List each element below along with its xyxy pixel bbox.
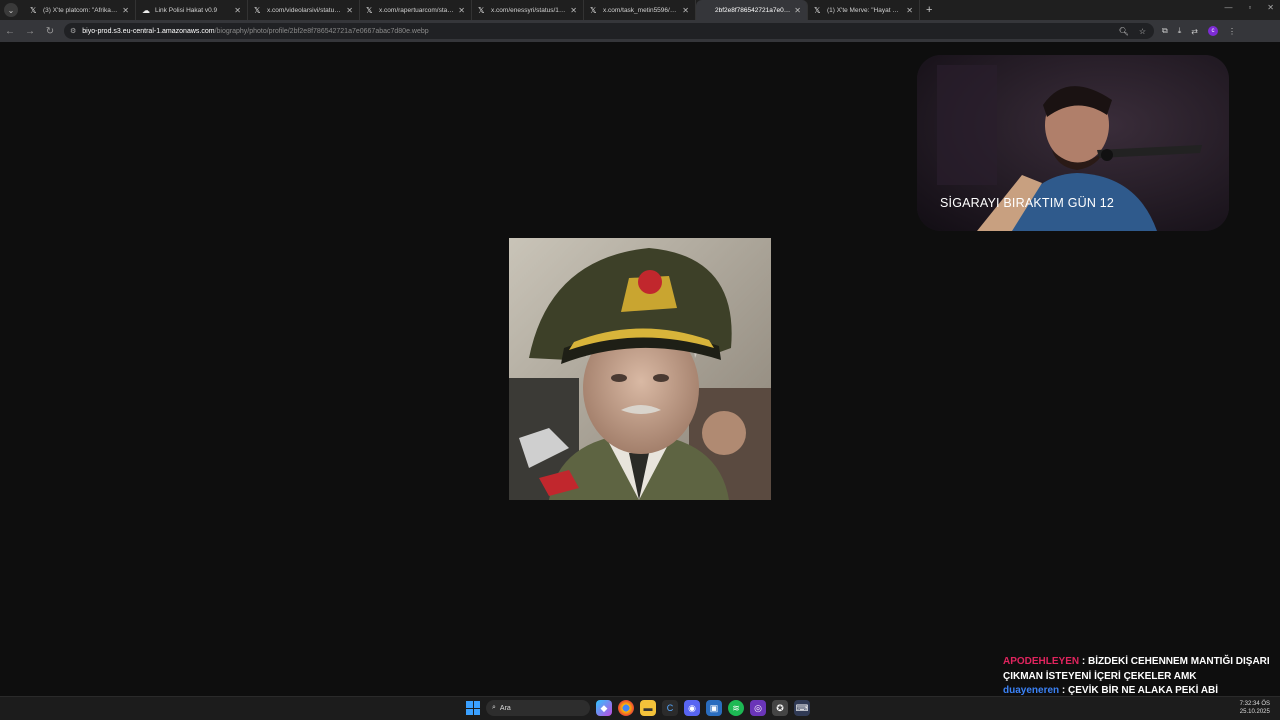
steam-icon[interactable]: ✪ xyxy=(772,700,788,716)
close-tab-icon[interactable]: ✕ xyxy=(458,6,465,15)
tab-title: x.com/rapertuarcom/status/198 xyxy=(379,6,454,14)
chat-username: APODEHLEYEN xyxy=(1003,656,1080,667)
clock-date: 25.10.2025 xyxy=(1239,709,1270,715)
close-tab-icon[interactable]: ✕ xyxy=(570,6,577,15)
address-bar[interactable]: ⚙ biyo-prod.s3.eu-central-1.amazonaws.co… xyxy=(64,23,1154,39)
bookmark-star-icon[interactable]: ☆ xyxy=(1139,27,1146,36)
menu-icon[interactable]: ⋮ xyxy=(1228,27,1236,36)
forward-button[interactable]: → xyxy=(20,26,40,37)
tab-title: (3) X'te platcom: "Afrikalı bir gr xyxy=(43,6,118,14)
taskbar-search-placeholder: Ara xyxy=(499,704,511,712)
back-button[interactable]: ← xyxy=(0,26,20,37)
app-window-icon[interactable]: ▣ xyxy=(706,700,722,716)
url-path: /biography/photo/profile/2bf2e8f78654272… xyxy=(214,27,429,35)
url-domain: biyo-prod.s3.eu-central-1.amazonaws.com xyxy=(82,27,215,35)
tab-title: x.com/enessyri/status/1981242 xyxy=(491,6,567,14)
tab-title: 2bf2e8f786542721a7e0667abac xyxy=(715,6,790,14)
close-window-button[interactable]: ✕ xyxy=(1267,3,1274,12)
extensions-icon[interactable]: ⧉ xyxy=(1162,26,1168,36)
profile-avatar[interactable]: c xyxy=(1207,26,1218,36)
close-tab-icon[interactable]: ✕ xyxy=(794,6,801,15)
x-logo-icon: 𝕏 xyxy=(478,5,485,15)
site-info-icon[interactable]: ⚙ xyxy=(70,27,76,35)
close-tab-icon[interactable]: ✕ xyxy=(234,6,241,15)
file-explorer-icon[interactable]: ▬ xyxy=(640,700,656,716)
discord-icon[interactable]: ◉ xyxy=(684,700,700,716)
chat-username: duayeneren xyxy=(1003,685,1060,696)
downloads-icon[interactable]: ⤓ xyxy=(1178,26,1182,36)
window-controls: — ▫ ✕ xyxy=(1224,3,1274,12)
tab-title: Link Polisi Hakat v0.9 xyxy=(155,6,218,14)
zoom-icon[interactable]: 🔍︎ xyxy=(1119,27,1129,36)
tab-strip: ⌄ 𝕏 (3) X'te platcom: "Afrikalı bir gr ✕ ☁ L… xyxy=(0,0,1280,20)
profile-photo xyxy=(509,238,771,500)
reload-button[interactable]: ↻ xyxy=(40,26,60,37)
close-tab-icon[interactable]: ✕ xyxy=(122,6,129,15)
browser-tab[interactable]: 𝕏x.com/enessyri/status/1981242✕ xyxy=(472,0,584,20)
tab-title: x.com/task_metin5596/status/ xyxy=(603,6,679,14)
x-logo-icon: 𝕏 xyxy=(366,5,373,15)
tab-title: (1) X'te Merve: "Hayat bilgisi d xyxy=(827,6,903,14)
page-viewport: SİGARAYI BIRAKTIM GÜN 12 xyxy=(0,42,1280,696)
clock-time: 7:32:34 ÖS xyxy=(1239,701,1270,707)
browser-tab[interactable]: 𝕏 (1) X'te Merve: "Hayat bilgisi d✕ xyxy=(808,0,920,20)
tab-search-button[interactable]: ⌄ xyxy=(4,3,18,17)
maximize-button[interactable]: ▫ xyxy=(1248,3,1251,12)
chat-text: : ÇEVİK BİR NE ALAKA PEKİ ABİ xyxy=(1059,685,1219,696)
minimize-button[interactable]: — xyxy=(1224,3,1232,12)
x-logo-icon: 𝕏 xyxy=(590,5,597,15)
close-tab-icon[interactable]: ✕ xyxy=(346,6,353,15)
x-logo-icon: 𝕏 xyxy=(254,5,261,15)
browser-tab[interactable]: 𝕏 (3) X'te platcom: "Afrikalı bir gr ✕ xyxy=(24,0,136,20)
chat-message: APODEHLEYEN : BİZDEKİ CEHENNEM MANTIĞI D… xyxy=(1003,655,1273,684)
tabs: 𝕏 (3) X'te platcom: "Afrikalı bir gr ✕ ☁ Lin… xyxy=(24,0,920,20)
app-c-icon[interactable]: C xyxy=(662,700,678,716)
app-keyboard-icon[interactable]: ⌨ xyxy=(794,700,810,716)
spotify-icon[interactable]: ≋ xyxy=(728,700,744,716)
taskbar-search[interactable]: ⌕ Ara xyxy=(486,700,590,716)
browser-tab[interactable]: 𝕏x.com/task_metin5596/status/✕ xyxy=(584,0,696,20)
tab-title: x.com/videolarsivi/status/1982 xyxy=(267,6,342,14)
new-tab-button[interactable]: + xyxy=(926,4,932,16)
flag-icon: ☁ xyxy=(142,5,150,15)
x-logo-icon: 𝕏 xyxy=(814,5,821,15)
copilot-icon[interactable]: ◆ xyxy=(596,700,612,716)
webcam-caption: SİGARAYI BIRAKTIM GÜN 12 xyxy=(940,196,1115,210)
browser-tab[interactable]: 𝕏x.com/videolarsivi/status/1982 ✕ xyxy=(248,0,360,20)
browser-toolbar: ← → ↻ ⚙ biyo-prod.s3.eu-central-1.amazon… xyxy=(0,20,1280,42)
translate-icon[interactable]: ⇄ xyxy=(1191,27,1198,36)
browser-tab[interactable]: ☁ Link Polisi Hakat v0.9 ✕ xyxy=(136,0,248,20)
obs-icon[interactable]: ◎ xyxy=(750,700,766,716)
chrome-icon[interactable] xyxy=(618,700,634,716)
browser-tab[interactable]: 2bf2e8f786542721a7e0667abac ✕ xyxy=(696,0,808,20)
close-tab-icon[interactable]: ✕ xyxy=(906,6,913,15)
browser-tab[interactable]: 𝕏x.com/rapertuarcom/status/198 ✕ xyxy=(360,0,472,20)
taskbar: ⌕ Ara ◆ ▬ C ◉ ▣ ≋ ◎ ✪ ⌨ 7:32:34 ÖS 25.10… xyxy=(0,696,1280,720)
system-clock[interactable]: 7:32:34 ÖS 25.10.2025 xyxy=(1240,700,1270,716)
close-tab-icon[interactable]: ✕ xyxy=(682,6,689,15)
search-icon: ⌕ xyxy=(492,704,496,711)
start-button[interactable] xyxy=(466,701,480,715)
x-logo-icon: 𝕏 xyxy=(30,5,37,15)
